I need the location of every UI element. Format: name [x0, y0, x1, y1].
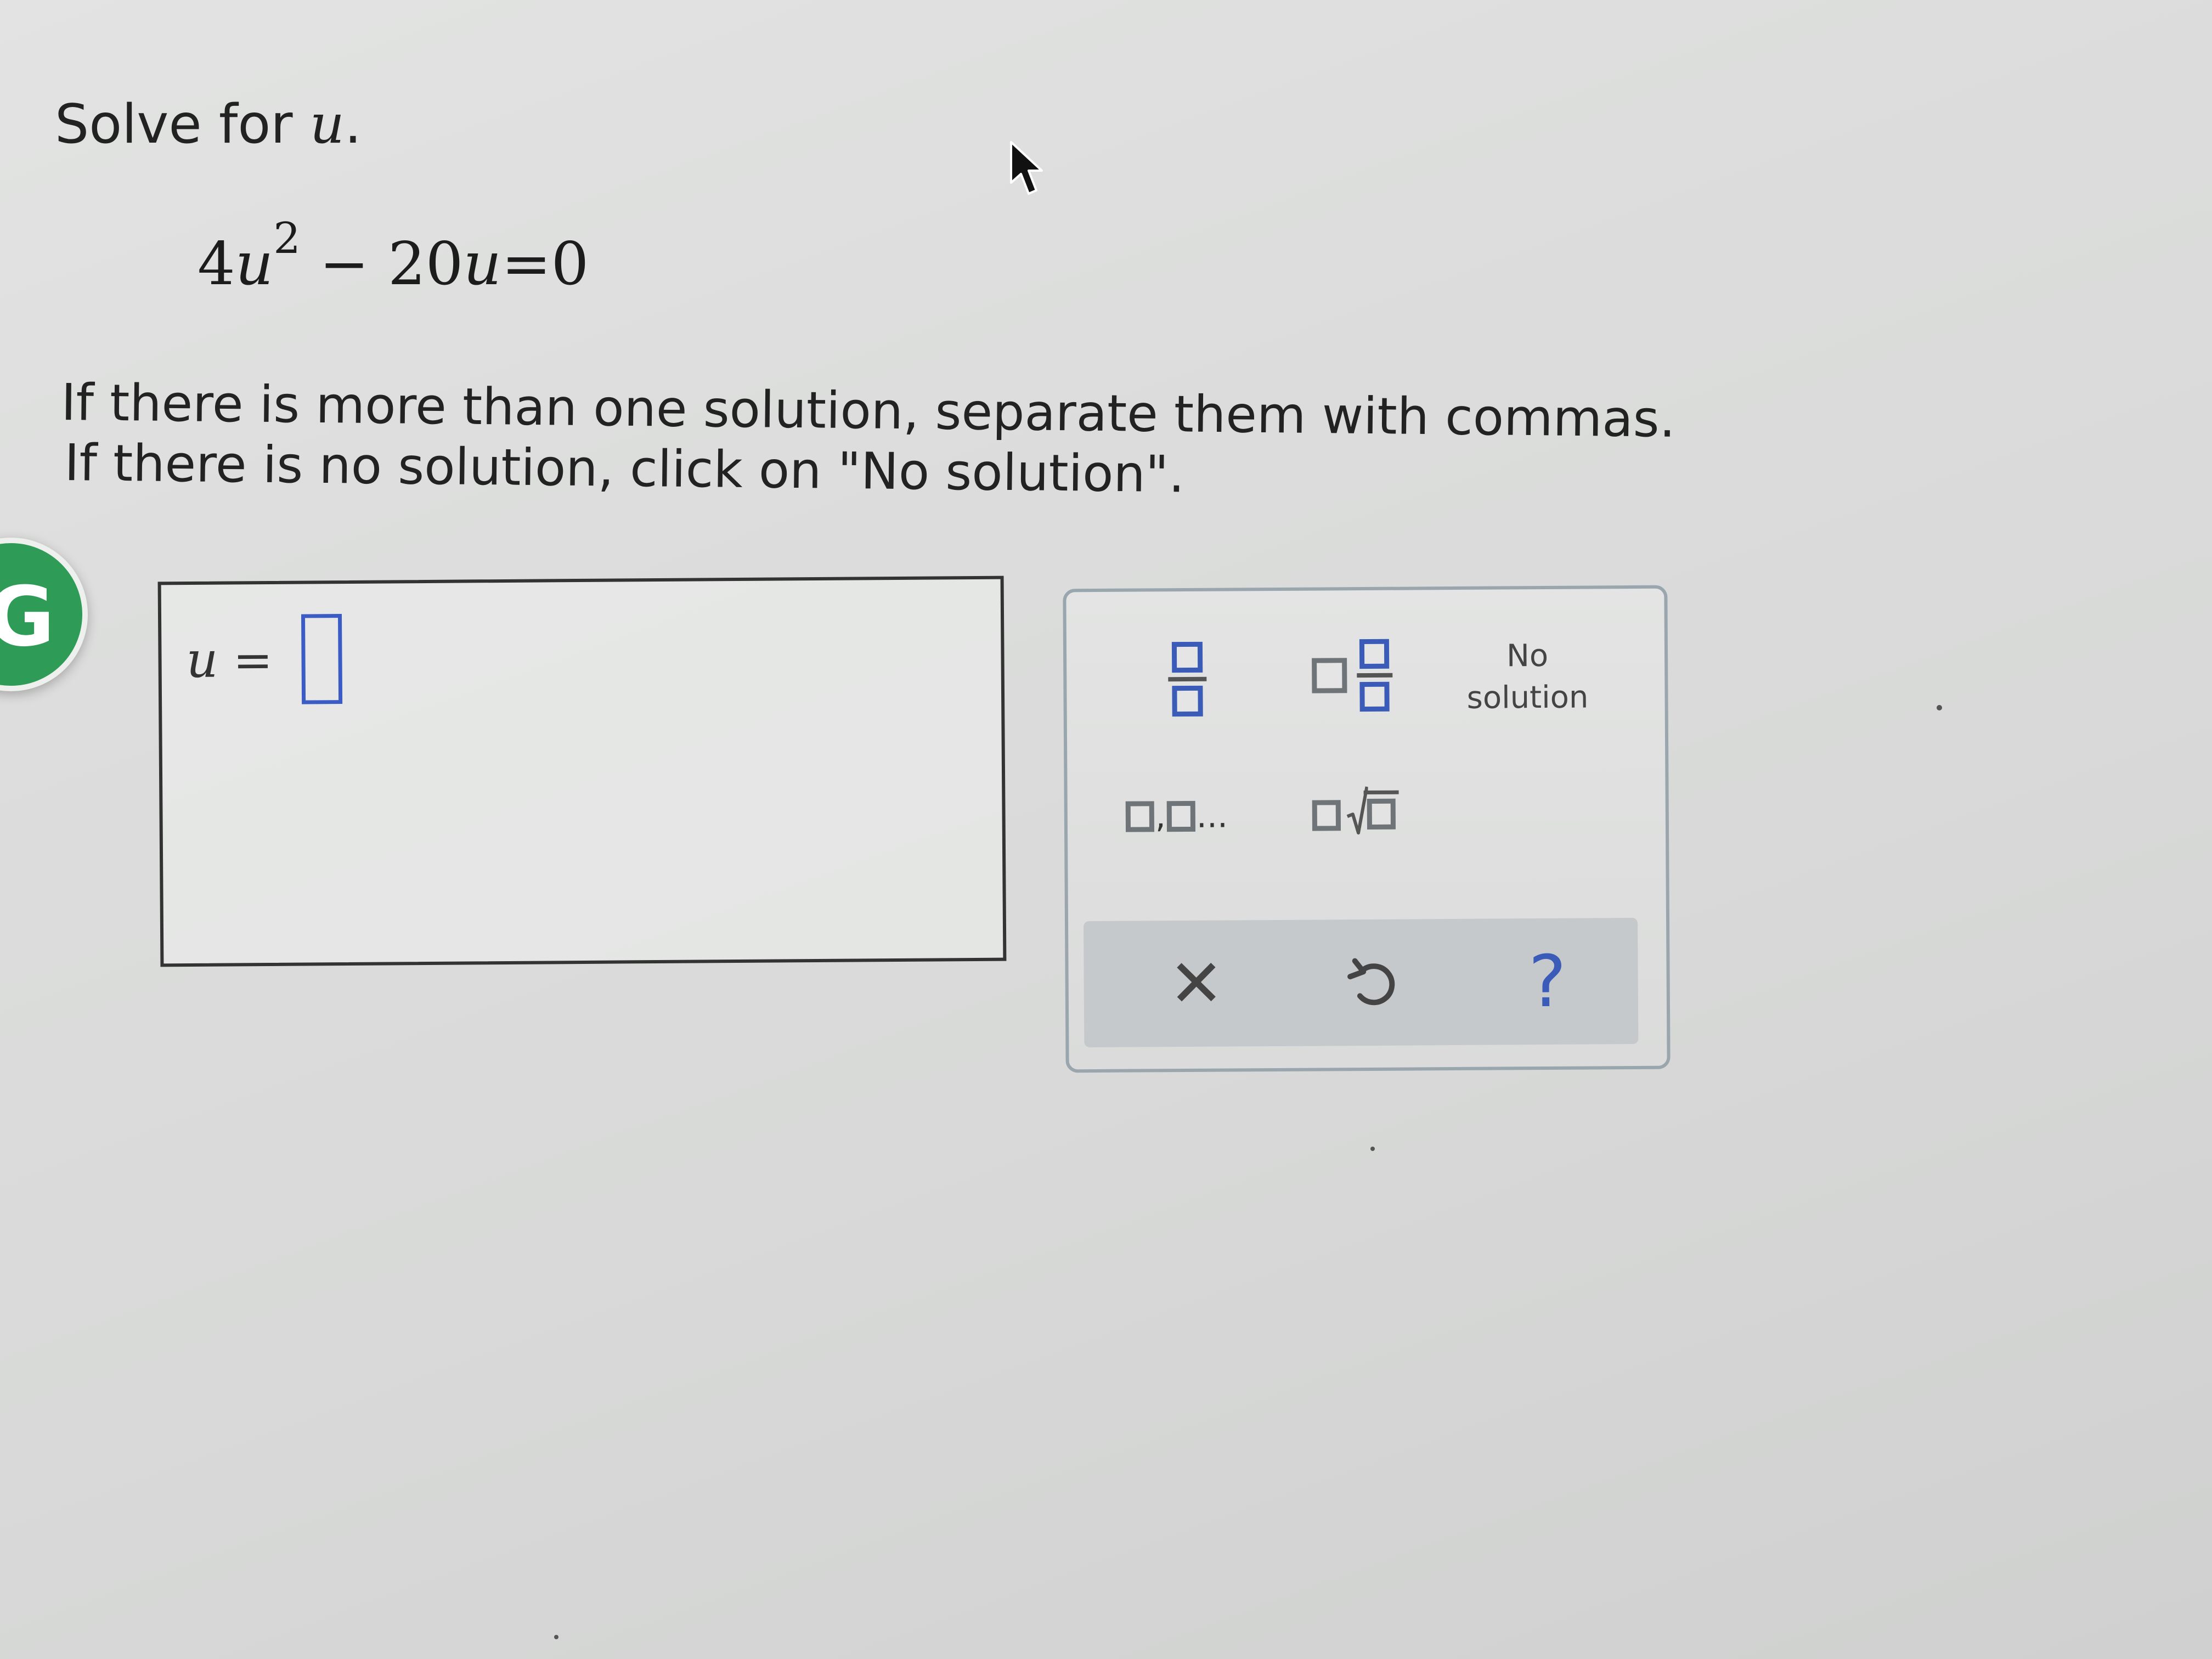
screen-speck: [554, 1635, 558, 1639]
answer-input[interactable]: [301, 614, 343, 704]
mixed-whole-box: [1311, 658, 1347, 693]
no-solution-label-line2: solution: [1466, 679, 1589, 716]
equation-exponent: 2: [273, 214, 301, 263]
grammarly-letter: G: [0, 569, 55, 665]
list-item-box-1: [1125, 801, 1154, 832]
mouse-pointer-icon: [1010, 141, 1043, 195]
equation-minus: −: [300, 230, 388, 298]
grammarly-icon[interactable]: G: [0, 538, 88, 691]
list-separator: ,: [1155, 797, 1166, 836]
mixed-denominator-box: [1359, 681, 1390, 712]
equation-variable: u: [235, 230, 274, 298]
radicand-wrapper: [1363, 790, 1400, 830]
mixed-number-button[interactable]: [1286, 620, 1418, 730]
math-keypad: No solution , ... ✕ ?: [1063, 585, 1671, 1073]
clear-button[interactable]: ✕: [1149, 936, 1243, 1030]
list-button[interactable]: , ...: [1105, 772, 1249, 861]
mixed-fraction-bar: [1356, 673, 1392, 678]
fraction-numerator-box: [1171, 641, 1203, 673]
instruction-no-solution: If there is no solution, click on "No so…: [64, 433, 1185, 504]
fraction-button[interactable]: [1132, 624, 1243, 734]
page: Solve for u. 4u2 − 20u=0 If there is mor…: [0, 0, 2212, 1659]
equation-variable-2: u: [463, 230, 502, 298]
list-item-box-2: [1166, 800, 1195, 832]
mixed-number-fraction: [1356, 639, 1392, 712]
keypad-action-bar: ✕ ?: [1084, 917, 1639, 1048]
prompt-prefix: Solve for: [55, 93, 310, 156]
undo-icon: [1347, 958, 1395, 1006]
fraction-bar: [1168, 676, 1207, 682]
radicand-box: [1367, 798, 1396, 830]
answer-equals: =: [218, 633, 273, 689]
screen-speck: [1937, 705, 1942, 710]
equation: 4u2 − 20u=0: [198, 214, 589, 298]
mixed-numerator-box: [1359, 639, 1390, 669]
help-button[interactable]: ?: [1500, 934, 1594, 1028]
answer-variable: u: [186, 631, 218, 690]
nth-root-button[interactable]: [1286, 760, 1424, 860]
answer-label: u =: [186, 631, 273, 689]
problem-prompt: Solve for u.: [55, 93, 362, 156]
equation-coef-b: 20: [388, 230, 464, 298]
undo-button[interactable]: [1325, 935, 1419, 1029]
equation-rhs: 0: [551, 230, 589, 298]
equation-equals: =: [501, 230, 551, 298]
prompt-variable: u: [309, 93, 345, 156]
list-ellipsis: ...: [1196, 797, 1228, 836]
answer-box: u =: [157, 575, 1007, 967]
equation-coef-a: 4: [198, 230, 235, 298]
screen-speck: [1370, 1147, 1375, 1151]
no-solution-label-line1: No: [1506, 638, 1549, 674]
prompt-suffix: .: [344, 93, 362, 156]
close-icon: ✕: [1169, 945, 1224, 1022]
root-index-box: [1312, 800, 1341, 831]
help-icon: ?: [1528, 939, 1567, 1024]
fraction-denominator-box: [1172, 685, 1203, 717]
no-solution-button[interactable]: No solution: [1445, 627, 1610, 727]
